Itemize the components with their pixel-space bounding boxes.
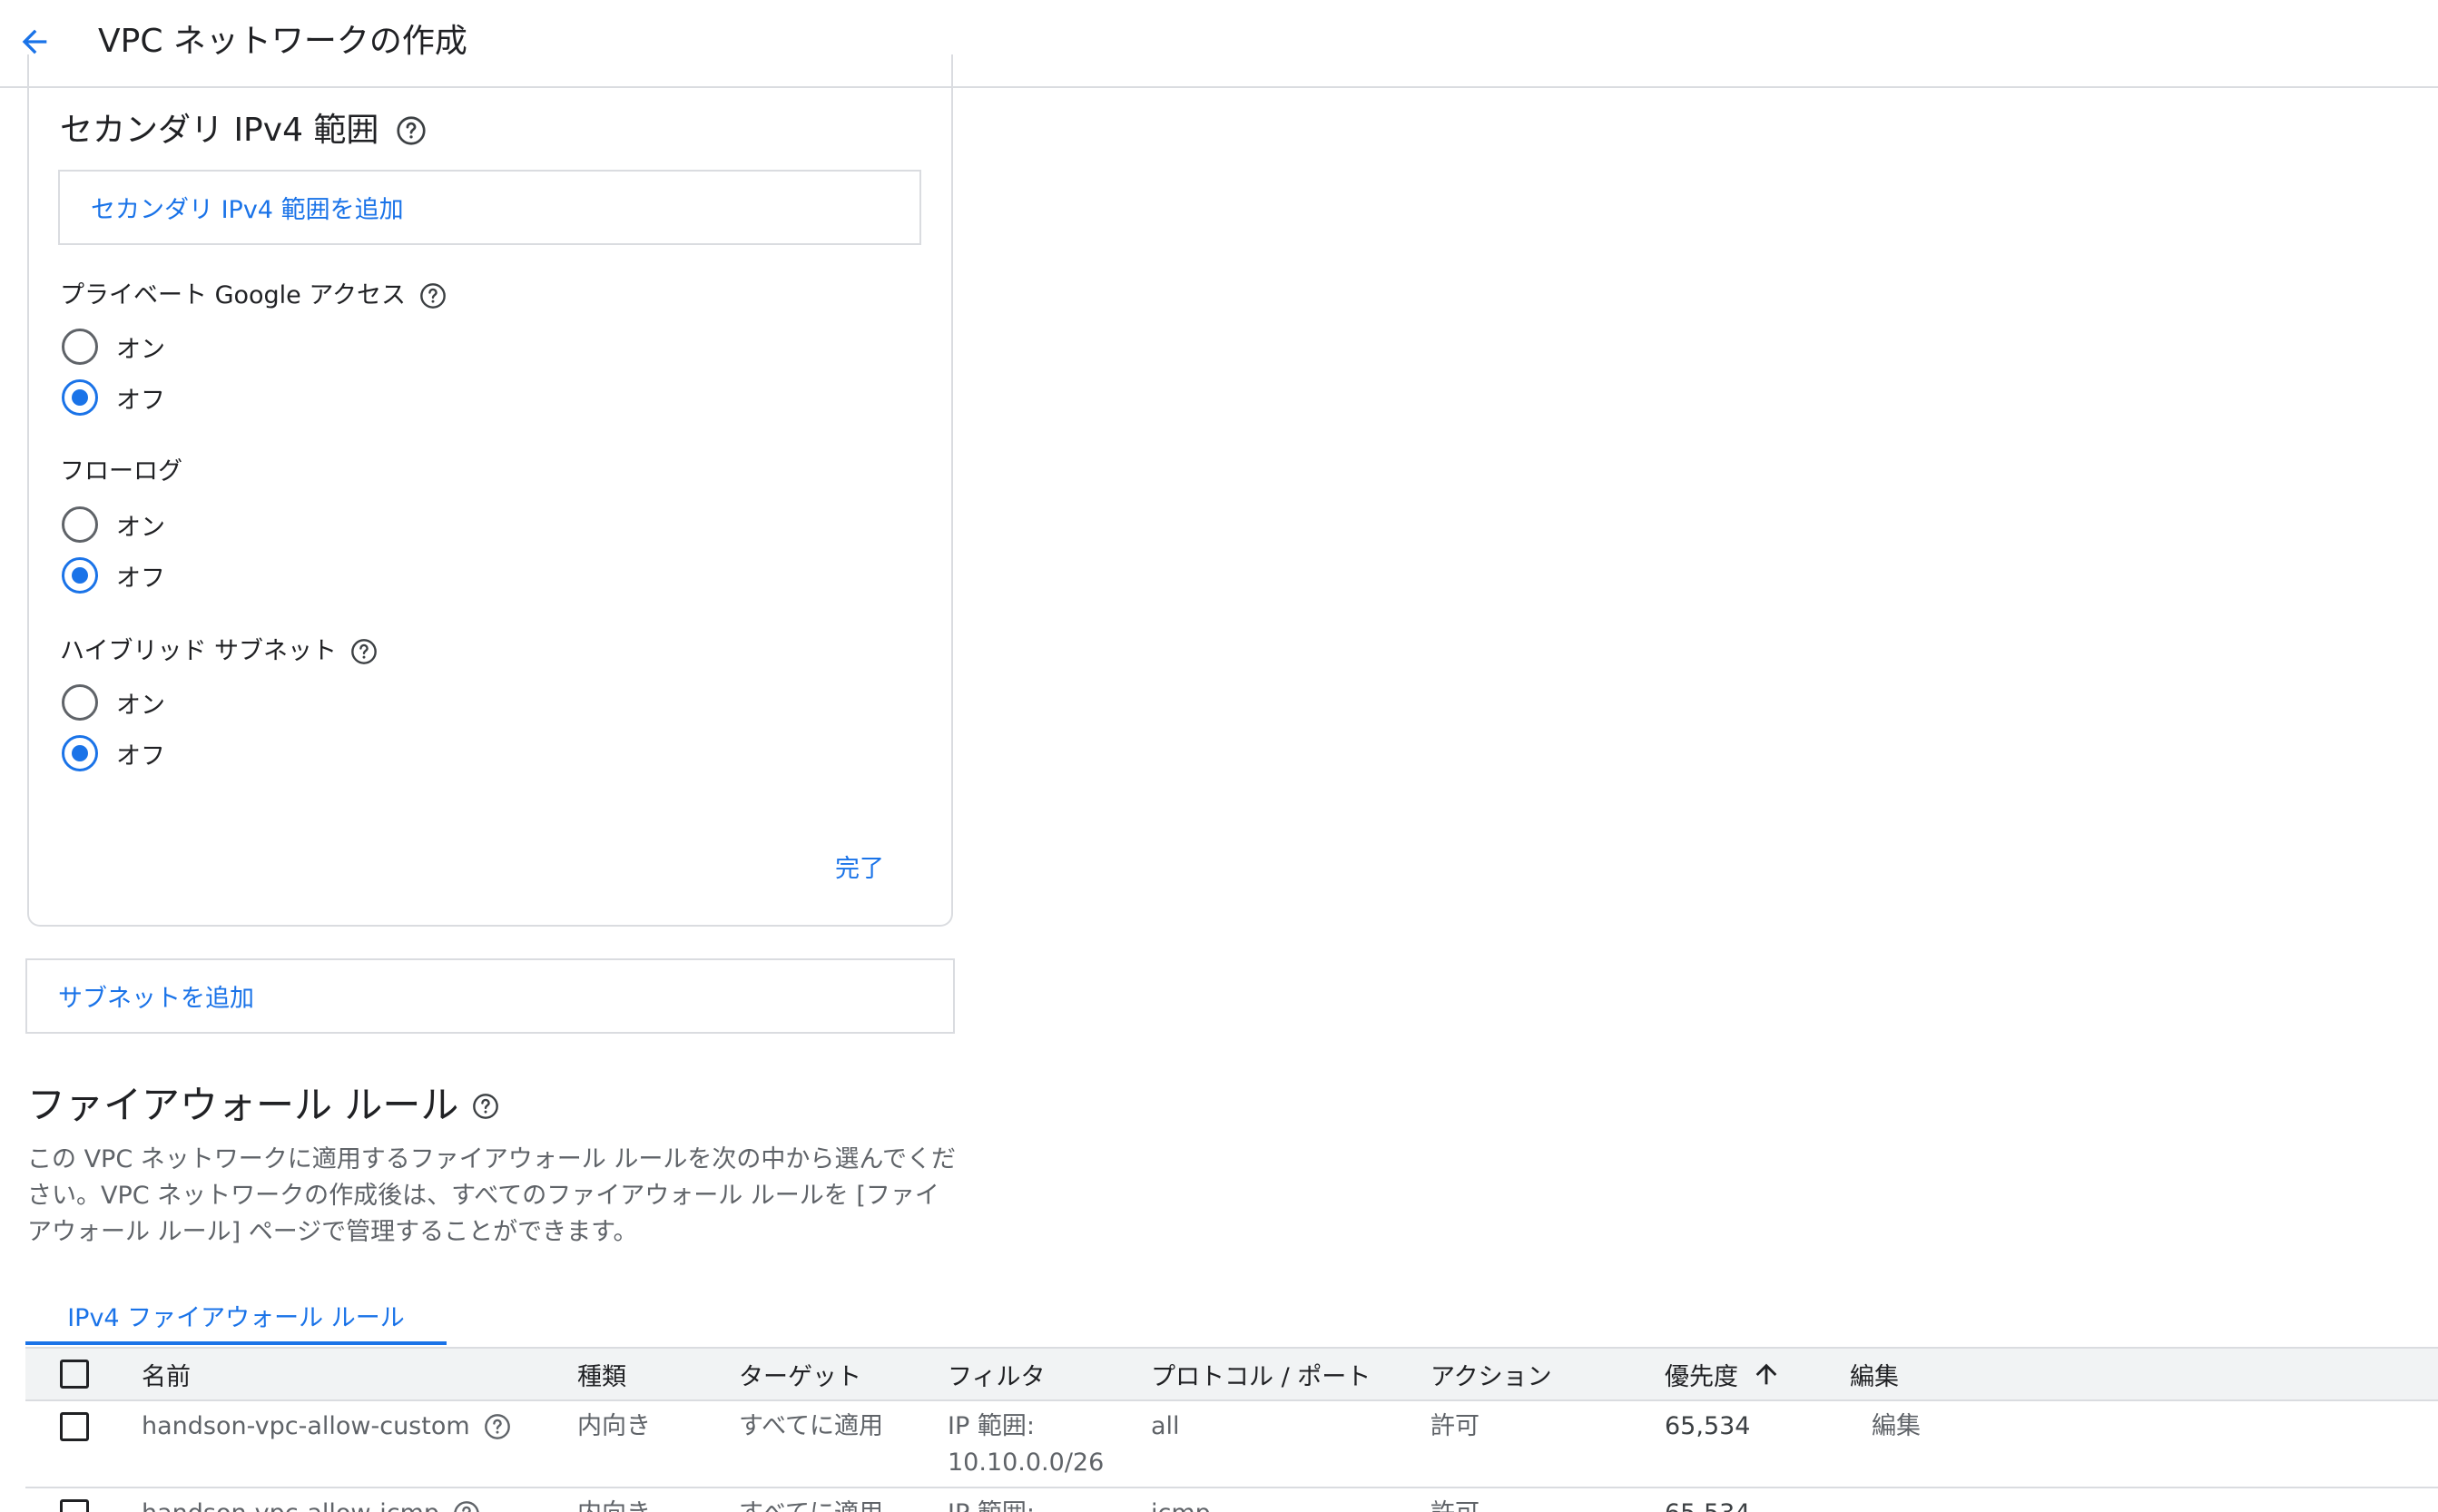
rule-action: 許可 <box>1430 1496 1480 1512</box>
radio-label: オフ <box>116 564 165 593</box>
table-row: handson-vpc-allow-custom 内向き すべてに適用 IP 範… <box>25 1401 2438 1488</box>
rule-action: 許可 <box>1430 1412 1480 1440</box>
column-filter[interactable]: フィルタ <box>948 1349 1045 1399</box>
rule-filter-label: IP 範囲: <box>948 1412 1035 1440</box>
help-icon[interactable] <box>452 1499 481 1512</box>
radio-label: オン <box>116 691 165 720</box>
private-google-access-label: プライベート Google アクセス <box>60 281 407 309</box>
rule-filter-label: IP 範囲: <box>948 1496 1035 1512</box>
help-icon[interactable] <box>395 114 428 147</box>
rule-name-cell: handson-vpc-allow-custom <box>142 1409 512 1445</box>
add-secondary-range-label: セカンダリ IPv4 範囲を追加 <box>91 196 404 224</box>
rule-target: すべてに適用 <box>739 1496 883 1512</box>
column-target[interactable]: ターゲット <box>739 1349 861 1399</box>
radio-unchecked[interactable] <box>62 329 98 365</box>
secondary-range-title: セカンダリ IPv4 範囲 <box>60 112 379 149</box>
rule-filter-value: 10.10.0.0/26 <box>948 1448 1105 1477</box>
firewall-description: この VPC ネットワークに適用するファイアウォール ルールを次の中から選んでく… <box>27 1145 957 1246</box>
rule-name: handson-vpc-allow-custom <box>142 1412 470 1440</box>
firewall-rules-heading: ファイアウォール ルール <box>27 1080 500 1131</box>
hybrid-subnet-heading: ハイブリッド サブネット <box>60 635 378 668</box>
help-icon[interactable] <box>483 1412 512 1441</box>
edit-rule-button[interactable]: 編集 <box>1872 1409 1921 1445</box>
column-priority-label: 優先度 <box>1665 1362 1738 1391</box>
radio-label: オン <box>116 335 165 364</box>
help-icon[interactable] <box>349 637 378 666</box>
column-edit: 編集 <box>1850 1362 1899 1391</box>
flow-logs-label: フローログ <box>60 457 182 486</box>
help-icon[interactable] <box>418 281 447 310</box>
radio-unchecked[interactable] <box>62 506 98 543</box>
table-row: handson-vpc-allow-icmp 内向き すべてに適用 IP 範囲:… <box>25 1488 2438 1512</box>
rule-type: 内向き <box>577 1412 651 1440</box>
column-protocol[interactable]: プロトコル / ポート <box>1151 1349 1371 1399</box>
firewall-rules-title: ファイアウォール ルール <box>27 1083 459 1127</box>
rule-name-cell: handson-vpc-allow-icmp <box>142 1496 481 1512</box>
radio-label: オフ <box>116 386 165 415</box>
add-secondary-range-button[interactable]: セカンダリ IPv4 範囲を追加 <box>58 170 921 245</box>
column-action[interactable]: アクション <box>1430 1349 1552 1399</box>
column-priority[interactable]: 優先度 <box>1665 1349 1782 1399</box>
secondary-range-heading: セカンダリ IPv4 範囲 <box>60 109 428 152</box>
radio-unchecked[interactable] <box>62 684 98 721</box>
radio-label: オン <box>116 513 165 542</box>
column-type[interactable]: 種類 <box>577 1349 626 1399</box>
rule-name: handson-vpc-allow-icmp <box>142 1496 439 1512</box>
flow-logs-off-option[interactable]: オフ <box>62 554 165 597</box>
row-checkbox[interactable] <box>60 1499 89 1512</box>
rule-priority: 65,534 <box>1665 1412 1751 1440</box>
done-button[interactable]: 完了 <box>819 844 900 888</box>
row-checkbox[interactable] <box>60 1412 89 1441</box>
add-subnet-button[interactable]: サブネットを追加 <box>25 958 955 1034</box>
rule-filter: IP 範囲: 10.10.0.0/26 <box>948 1409 1104 1481</box>
rule-protocol: icmp <box>1151 1496 1211 1512</box>
hybrid-subnet-off-option[interactable]: オフ <box>62 731 165 775</box>
flow-logs-heading: フローログ <box>60 456 182 488</box>
rule-priority: 65,534 <box>1665 1496 1750 1512</box>
radio-checked[interactable] <box>62 557 98 594</box>
rule-protocol: all <box>1151 1412 1180 1440</box>
select-all-checkbox[interactable] <box>60 1360 89 1389</box>
private-google-access-heading: プライベート Google アクセス <box>60 280 447 312</box>
hybrid-subnet-label: ハイブリッド サブネット <box>60 637 338 665</box>
add-subnet-label: サブネットを追加 <box>58 985 254 1013</box>
rule-type: 内向き <box>577 1496 651 1512</box>
sort-ascending-icon <box>1755 1363 1777 1385</box>
column-name[interactable]: 名前 <box>142 1349 191 1399</box>
hybrid-subnet-on-option[interactable]: オン <box>62 681 165 724</box>
tab-ipv4-firewall-rules[interactable]: IPv4 ファイアウォール ルール <box>25 1289 447 1345</box>
help-icon[interactable] <box>471 1091 500 1120</box>
flow-logs-on-option[interactable]: オン <box>62 503 165 546</box>
private-google-access-off-option[interactable]: オフ <box>62 376 165 419</box>
radio-checked[interactable] <box>62 379 98 416</box>
radio-checked[interactable] <box>62 735 98 771</box>
rule-target: すべてに適用 <box>739 1412 884 1440</box>
private-google-access-on-option[interactable]: オン <box>62 325 165 368</box>
radio-label: オフ <box>116 741 165 771</box>
firewall-table-header: 名前 種類 ターゲット フィルタ プロトコル / ポート アクション 優先度 編… <box>25 1347 2438 1401</box>
